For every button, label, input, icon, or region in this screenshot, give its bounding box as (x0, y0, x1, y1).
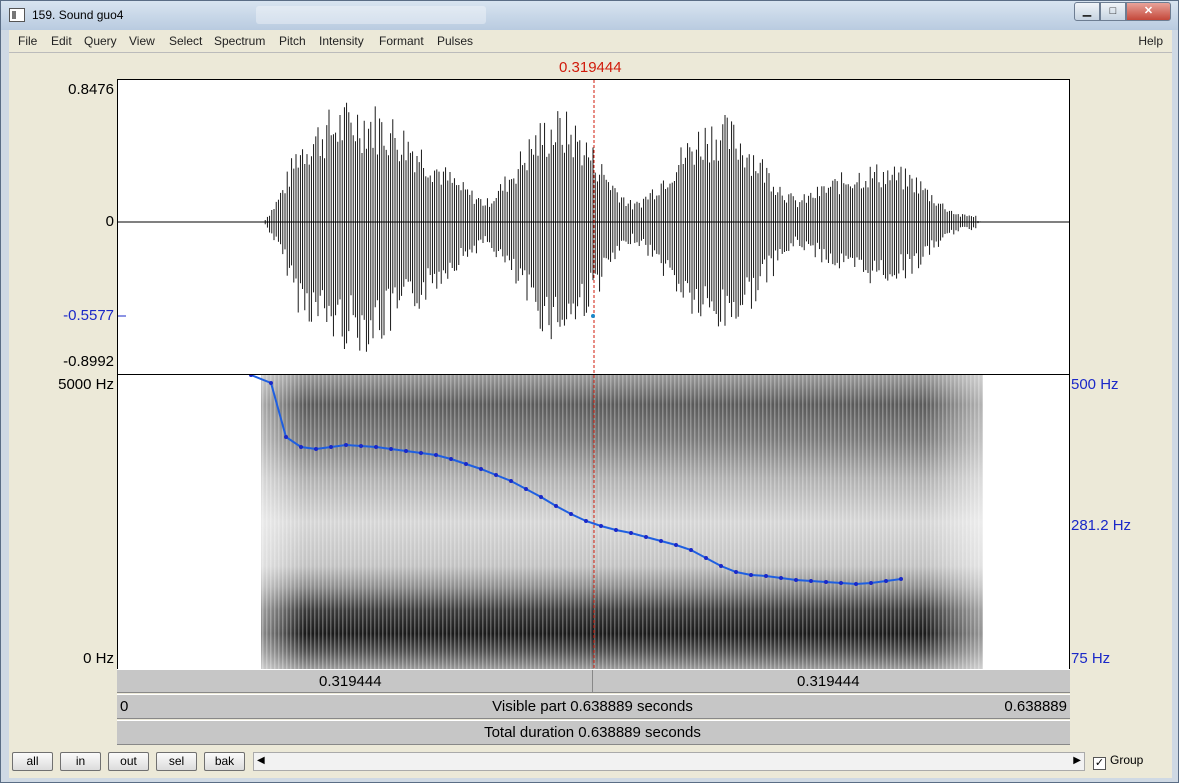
visible-part-label: Visible part 0.638889 seconds (492, 698, 693, 715)
pitch-point (689, 548, 693, 552)
waveform-max-label: 0.8476 (68, 81, 114, 98)
editor-view: 0.319444 0.8476 0 -0.5577 -0.8992 5000 H… (0, 0, 1179, 783)
pitch-point (374, 445, 378, 449)
pitch-point (449, 457, 453, 461)
pitch-point (794, 578, 798, 582)
pitch-point (734, 570, 738, 574)
pitch-point (284, 435, 288, 439)
pitch-top-label: 500 Hz (1071, 376, 1119, 393)
waveform-svg (118, 80, 1069, 374)
pitch-point (509, 479, 513, 483)
pitch-point (314, 447, 318, 451)
pitch-point (569, 512, 573, 516)
pitch-point (419, 451, 423, 455)
zoom-back-button[interactable]: bak (204, 752, 245, 771)
pitch-point (434, 453, 438, 457)
right-part-label: 0.319444 (797, 673, 860, 690)
pitch-point (389, 447, 393, 451)
pitch-point (764, 574, 768, 578)
spectrogram-panel[interactable] (117, 375, 1070, 669)
pitch-bottom-label: 75 Hz (1071, 650, 1111, 667)
pitch-point (329, 445, 333, 449)
waveform-cursor-value-label: -0.5577 (63, 307, 114, 324)
waveform-zero-label: 0 (105, 213, 114, 230)
pitch-point (629, 531, 633, 535)
pitch-point (479, 467, 483, 471)
pitch-point (899, 577, 903, 581)
pitch-point (854, 582, 858, 586)
total-duration-label: Total duration 0.638889 seconds (484, 724, 701, 741)
pitch-point (824, 580, 828, 584)
cursor-time-label: 0.319444 (559, 59, 622, 76)
spectrogram-edge-fade (261, 375, 983, 669)
pitch-point (584, 519, 588, 523)
pitch-point (839, 581, 843, 585)
pitch-point (869, 581, 873, 585)
spectrogram-svg (249, 375, 983, 669)
pitch-point (644, 535, 648, 539)
horizontal-scrollbar[interactable]: ◀ ▶ (253, 752, 1085, 771)
visible-bar[interactable]: 0 Visible part 0.638889 seconds 0.638889 (117, 694, 1070, 719)
waveform-panel[interactable] (117, 79, 1070, 375)
spectrogram-top-label: 5000 Hz (58, 376, 114, 393)
part-bar[interactable]: 0.319444 0.319444 (117, 669, 1070, 693)
total-duration-bar[interactable]: Total duration 0.638889 seconds (117, 720, 1070, 745)
pitch-mid-label: 281.2 Hz (1071, 517, 1132, 534)
pitch-point (249, 375, 253, 377)
zoom-out-button[interactable]: out (108, 752, 149, 771)
pitch-point (809, 579, 813, 583)
pitch-point (539, 495, 543, 499)
cursor-value-marker (591, 314, 595, 318)
pitch-point (659, 539, 663, 543)
pitch-point (359, 444, 363, 448)
pitch-point (494, 473, 498, 477)
waveform-min-label: -0.8992 (63, 353, 114, 370)
pitch-point (344, 443, 348, 447)
pitch-point (719, 564, 723, 568)
left-part-label: 0.319444 (319, 673, 382, 690)
zoom-in-button[interactable]: in (60, 752, 101, 771)
pitch-point (749, 573, 753, 577)
pitch-point (884, 579, 888, 583)
pitch-point (779, 576, 783, 580)
pitch-point (269, 381, 273, 385)
group-checkbox[interactable]: ✓ Group (1093, 753, 1143, 770)
zoom-sel-button[interactable]: sel (156, 752, 197, 771)
pitch-point (524, 487, 528, 491)
group-check-icon[interactable]: ✓ (1093, 757, 1106, 770)
part-divider (592, 670, 593, 692)
pitch-point (464, 462, 468, 466)
zoom-all-button[interactable]: all (12, 752, 53, 771)
pitch-point (299, 445, 303, 449)
group-label: Group (1110, 753, 1144, 767)
pitch-point (554, 504, 558, 508)
pitch-point (599, 524, 603, 528)
pitch-point (614, 528, 618, 532)
spectrogram-bottom-label: 0 Hz (83, 650, 114, 667)
waveform-signal (264, 102, 983, 352)
scroll-right-arrow-icon[interactable]: ▶ (1073, 755, 1081, 766)
pitch-point (704, 556, 708, 560)
visible-end-label: 0.638889 (1004, 698, 1067, 715)
scroll-left-arrow-icon[interactable]: ◀ (257, 755, 265, 766)
pitch-point (404, 449, 408, 453)
pitch-point (674, 543, 678, 547)
